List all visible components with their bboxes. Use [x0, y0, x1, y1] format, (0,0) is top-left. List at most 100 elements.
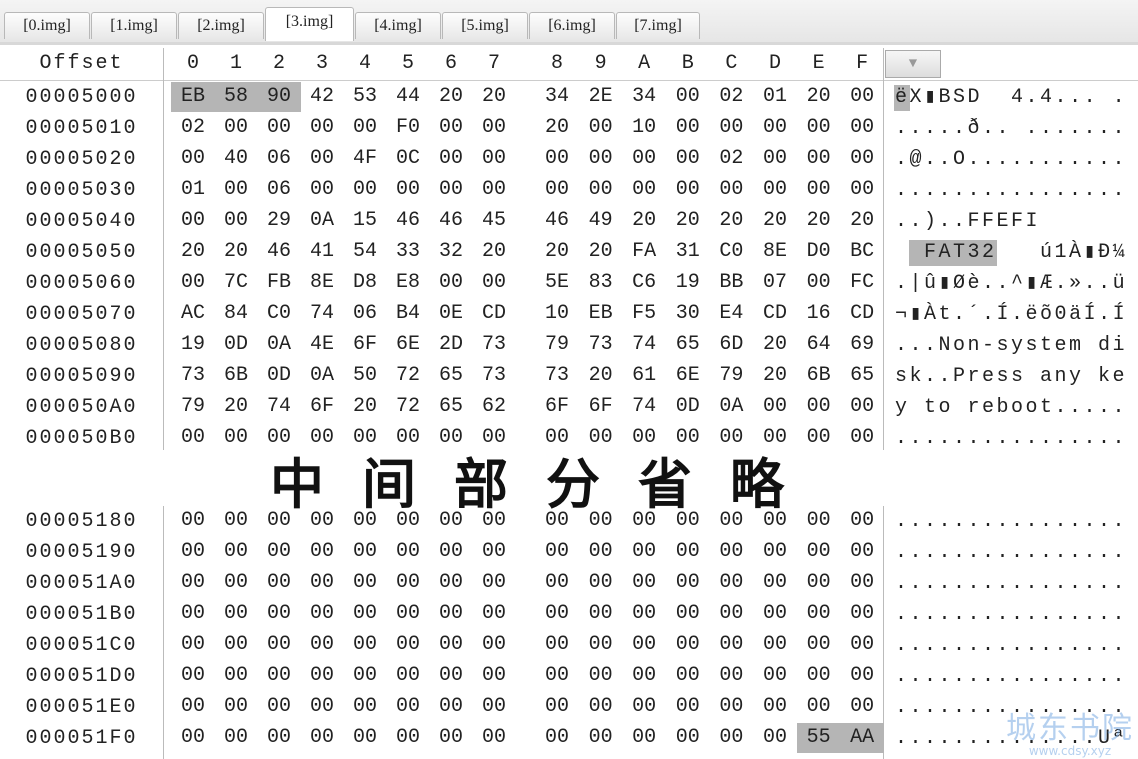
- hex-byte[interactable]: 00: [429, 506, 473, 536]
- hex-byte[interactable]: 0D: [214, 330, 258, 360]
- hex-byte[interactable]: 00: [535, 599, 579, 629]
- hex-byte[interactable]: F5: [622, 299, 666, 329]
- hex-byte[interactable]: 00: [840, 568, 884, 598]
- hex-byte[interactable]: 20: [753, 206, 797, 236]
- hex-byte[interactable]: 00: [840, 506, 884, 536]
- hex-byte[interactable]: 00: [472, 506, 516, 536]
- hex-byte[interactable]: 20: [753, 361, 797, 391]
- hex-byte[interactable]: 20: [579, 361, 623, 391]
- hex-byte[interactable]: 00: [797, 506, 841, 536]
- hex-byte[interactable]: 00: [343, 630, 387, 660]
- hex-byte[interactable]: 00: [343, 599, 387, 629]
- hex-byte[interactable]: 00: [429, 599, 473, 629]
- hex-byte[interactable]: 20: [535, 237, 579, 267]
- hex-byte[interactable]: 73: [171, 361, 215, 391]
- hex-byte[interactable]: AC: [171, 299, 215, 329]
- hex-byte[interactable]: 00: [472, 661, 516, 691]
- hex-byte[interactable]: 00: [472, 630, 516, 660]
- hex-byte[interactable]: 00: [472, 568, 516, 598]
- hex-byte[interactable]: 16: [797, 299, 841, 329]
- ascii-text[interactable]: FAT32 ú1À▮Ð¼: [895, 237, 1127, 268]
- hex-byte[interactable]: 00: [797, 144, 841, 174]
- hex-byte[interactable]: 46: [429, 206, 473, 236]
- hex-byte[interactable]: 2D: [429, 330, 473, 360]
- hex-byte[interactable]: 00: [797, 630, 841, 660]
- hex-byte[interactable]: 00: [579, 144, 623, 174]
- hex-byte[interactable]: 73: [579, 330, 623, 360]
- hex-byte[interactable]: CD: [840, 299, 884, 329]
- hex-byte[interactable]: 00: [840, 113, 884, 143]
- hex-byte[interactable]: 00: [214, 692, 258, 722]
- ascii-text[interactable]: .@..O...........: [895, 144, 1127, 175]
- hex-byte[interactable]: 72: [386, 392, 430, 422]
- hex-byte[interactable]: 20: [709, 206, 753, 236]
- hex-byte[interactable]: 34: [535, 82, 579, 112]
- hex-byte[interactable]: 00: [214, 599, 258, 629]
- hex-byte[interactable]: 61: [622, 361, 666, 391]
- hex-byte[interactable]: 6E: [666, 361, 710, 391]
- hex-byte[interactable]: 00: [214, 568, 258, 598]
- hex-byte[interactable]: EB: [171, 82, 215, 112]
- tab-1[interactable]: [1.img]: [91, 12, 177, 39]
- hex-byte[interactable]: 00: [429, 113, 473, 143]
- hex-byte[interactable]: 00: [257, 661, 301, 691]
- hex-byte[interactable]: 8E: [753, 237, 797, 267]
- hex-byte[interactable]: 00: [797, 175, 841, 205]
- hex-byte[interactable]: 00: [300, 144, 344, 174]
- hex-byte[interactable]: B4: [386, 299, 430, 329]
- hex-byte[interactable]: 32: [429, 237, 473, 267]
- hex-byte[interactable]: 00: [300, 723, 344, 753]
- hex-byte[interactable]: E4: [709, 299, 753, 329]
- hex-byte[interactable]: 84: [214, 299, 258, 329]
- hex-byte[interactable]: 33: [386, 237, 430, 267]
- hex-byte[interactable]: 00: [579, 692, 623, 722]
- hex-byte[interactable]: 00: [171, 206, 215, 236]
- hex-byte[interactable]: 00: [579, 506, 623, 536]
- hex-byte[interactable]: 00: [386, 661, 430, 691]
- hex-byte[interactable]: 42: [300, 82, 344, 112]
- hex-byte[interactable]: BB: [709, 268, 753, 298]
- hex-byte[interactable]: 4E: [300, 330, 344, 360]
- hex-byte[interactable]: 00: [386, 630, 430, 660]
- ascii-text[interactable]: ...Non-system di: [895, 330, 1127, 361]
- hex-byte[interactable]: 0E: [429, 299, 473, 329]
- hex-byte[interactable]: 00: [214, 723, 258, 753]
- hex-byte[interactable]: 00: [579, 113, 623, 143]
- hex-byte[interactable]: 00: [840, 392, 884, 422]
- hex-byte[interactable]: 62: [472, 392, 516, 422]
- hex-byte[interactable]: 00: [666, 599, 710, 629]
- hex-byte[interactable]: 54: [343, 237, 387, 267]
- hex-byte[interactable]: 01: [753, 82, 797, 112]
- hex-byte[interactable]: 2E: [579, 82, 623, 112]
- hex-byte[interactable]: 00: [753, 175, 797, 205]
- hex-byte[interactable]: 20: [472, 237, 516, 267]
- hex-byte[interactable]: 00: [171, 568, 215, 598]
- hex-byte[interactable]: 6B: [797, 361, 841, 391]
- hex-byte[interactable]: 00: [579, 661, 623, 691]
- hex-byte[interactable]: 50: [343, 361, 387, 391]
- hex-byte[interactable]: 00: [709, 599, 753, 629]
- hex-byte[interactable]: 6B: [214, 361, 258, 391]
- hex-byte[interactable]: 15: [343, 206, 387, 236]
- hex-byte[interactable]: 00: [753, 630, 797, 660]
- hex-byte[interactable]: 00: [709, 506, 753, 536]
- hex-byte[interactable]: CD: [753, 299, 797, 329]
- ascii-text[interactable]: ¬▮Àt.´.Í.ëõ0äÍ.Í: [895, 299, 1127, 330]
- hex-byte[interactable]: 44: [386, 82, 430, 112]
- ascii-text[interactable]: ................: [895, 630, 1127, 661]
- hex-byte[interactable]: 00: [257, 630, 301, 660]
- hex-byte[interactable]: 79: [709, 361, 753, 391]
- hex-byte[interactable]: 00: [797, 661, 841, 691]
- hex-byte[interactable]: 00: [535, 175, 579, 205]
- hex-byte[interactable]: 00: [840, 537, 884, 567]
- hex-byte[interactable]: 00: [753, 661, 797, 691]
- hex-byte[interactable]: 00: [429, 723, 473, 753]
- hex-byte[interactable]: 0D: [666, 392, 710, 422]
- hex-byte[interactable]: 20: [797, 82, 841, 112]
- hex-byte[interactable]: 06: [257, 175, 301, 205]
- hex-byte[interactable]: 06: [343, 299, 387, 329]
- hex-byte[interactable]: 10: [622, 113, 666, 143]
- hex-byte[interactable]: 00: [472, 113, 516, 143]
- hex-byte[interactable]: 00: [753, 144, 797, 174]
- hex-byte[interactable]: 90: [257, 82, 301, 112]
